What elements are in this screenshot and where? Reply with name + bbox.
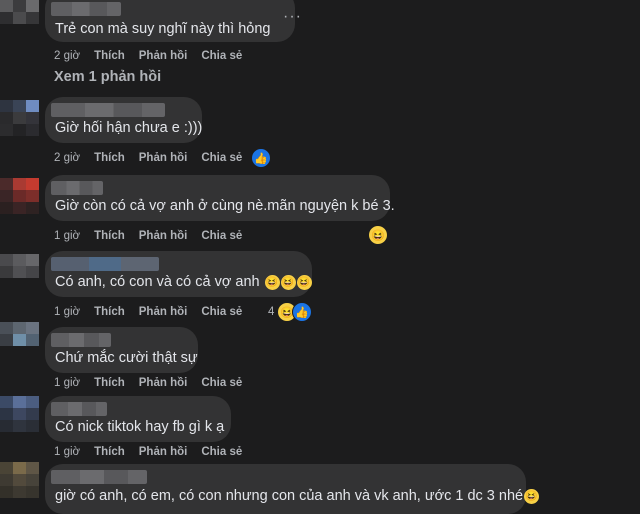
comment-actions: 1 giờ Thích Phản hồi Chia sẻ bbox=[54, 306, 256, 318]
share-button[interactable]: Chia sẻ bbox=[201, 306, 242, 318]
like-button[interactable]: Thích bbox=[94, 230, 125, 242]
timestamp[interactable]: 1 giờ bbox=[54, 306, 80, 318]
like-button[interactable]: Thích bbox=[94, 50, 125, 62]
comment-text: Giờ còn có cả vợ anh ở cùng nè.mãn nguyệ… bbox=[55, 198, 395, 214]
share-button[interactable]: Chia sẻ bbox=[201, 377, 242, 389]
reply-button[interactable]: Phản hồi bbox=[139, 50, 188, 62]
comment-actions: 2 giờ Thích Phản hồi Chia sẻ bbox=[54, 50, 256, 62]
avatar[interactable] bbox=[0, 0, 40, 36]
avatar[interactable] bbox=[0, 178, 40, 214]
avatar[interactable] bbox=[0, 462, 40, 498]
comment-bubble: giờ có anh, có em, có con nhưng con của … bbox=[45, 464, 540, 514]
reply-button[interactable]: Phản hồi bbox=[139, 446, 188, 458]
laugh-emoji-icon: 😆 bbox=[264, 274, 280, 290]
avatar[interactable] bbox=[0, 396, 40, 432]
comment-text: giờ có anh, có em, có con nhưng con của … bbox=[55, 488, 540, 504]
comment-bubble: Có nick tiktok hay fb gì k ạ bbox=[45, 396, 231, 442]
comment-text: Trẻ con mà suy nghĩ này thì hỏng bbox=[55, 21, 271, 37]
commenter-name[interactable] bbox=[51, 103, 165, 117]
reply-button[interactable]: Phản hồi bbox=[139, 377, 188, 389]
comment-text-body: giờ có anh, có em, có con nhưng con của … bbox=[55, 488, 524, 504]
timestamp[interactable]: 1 giờ bbox=[54, 377, 80, 389]
comment-text-body: Có anh, có con và có cả vợ anh bbox=[55, 274, 260, 290]
reaction-count[interactable]: 4 bbox=[268, 306, 274, 318]
share-button[interactable]: Chia sẻ bbox=[201, 446, 242, 458]
reply-button[interactable]: Phản hồi bbox=[139, 306, 188, 318]
comment-actions: 1 giờ Thích Phản hồi Chia sẻ bbox=[54, 230, 256, 242]
comment-text: Giờ hối hận chưa e :))) bbox=[55, 120, 203, 136]
like-button[interactable]: Thích bbox=[94, 306, 125, 318]
commenter-name[interactable] bbox=[51, 402, 107, 416]
share-button[interactable]: Chia sẻ bbox=[201, 50, 242, 62]
share-button[interactable]: Chia sẻ bbox=[201, 230, 242, 242]
grin-emoji-icon: 😆 bbox=[524, 488, 540, 504]
comment-text: Chứ mắc cười thật sự bbox=[55, 350, 198, 366]
comment-text: Có nick tiktok hay fb gì k ạ bbox=[55, 419, 225, 435]
timestamp[interactable]: 2 giờ bbox=[54, 50, 80, 62]
commenter-name[interactable] bbox=[51, 257, 159, 271]
timestamp[interactable]: 1 giờ bbox=[54, 230, 80, 242]
comment-bubble: Chứ mắc cười thật sự bbox=[45, 327, 198, 373]
comment-bubble: Có anh, có con và có cả vợ anh 😆 😆 😆 bbox=[45, 251, 312, 297]
avatar[interactable] bbox=[0, 100, 40, 136]
avatar[interactable] bbox=[0, 254, 40, 290]
like-button[interactable]: Thích bbox=[94, 377, 125, 389]
like-thumb-icon[interactable]: 👍 bbox=[251, 148, 271, 168]
like-button[interactable]: Thích bbox=[94, 152, 125, 164]
more-dots-icon[interactable]: ··· bbox=[283, 8, 302, 26]
like-thumb-icon[interactable]: 👍 bbox=[292, 302, 312, 322]
laugh-emoji-icon: 😆 bbox=[296, 274, 312, 290]
comment-actions: 1 giờ Thích Phản hồi Chia sẻ bbox=[54, 446, 256, 458]
comment-actions: 1 giờ Thích Phản hồi Chia sẻ bbox=[54, 377, 256, 389]
commenter-name[interactable] bbox=[51, 470, 147, 484]
view-replies-link[interactable]: Xem 1 phản hồi bbox=[54, 69, 161, 85]
share-button[interactable]: Chia sẻ bbox=[201, 152, 242, 164]
timestamp[interactable]: 1 giờ bbox=[54, 446, 80, 458]
comment-bubble: Trẻ con mà suy nghĩ này thì hỏng bbox=[45, 0, 295, 42]
comment-actions: 2 giờ Thích Phản hồi Chia sẻ bbox=[54, 152, 256, 164]
avatar[interactable] bbox=[0, 322, 40, 358]
reply-button[interactable]: Phản hồi bbox=[139, 230, 188, 242]
laugh-emoji-icon[interactable]: 😆 bbox=[368, 225, 388, 245]
comment-bubble: Giờ còn có cả vợ anh ở cùng nè.mãn nguyệ… bbox=[45, 175, 395, 221]
commenter-name[interactable] bbox=[51, 333, 111, 347]
timestamp[interactable]: 2 giờ bbox=[54, 152, 80, 164]
comment-text: Có anh, có con và có cả vợ anh 😆 😆 😆 bbox=[55, 274, 312, 290]
like-button[interactable]: Thích bbox=[94, 446, 125, 458]
commenter-name[interactable] bbox=[51, 181, 103, 195]
comment-bubble: Giờ hối hận chưa e :))) bbox=[45, 97, 202, 143]
laugh-emoji-icon: 😆 bbox=[280, 274, 296, 290]
commenter-name[interactable] bbox=[51, 2, 121, 16]
reply-button[interactable]: Phản hồi bbox=[139, 152, 188, 164]
